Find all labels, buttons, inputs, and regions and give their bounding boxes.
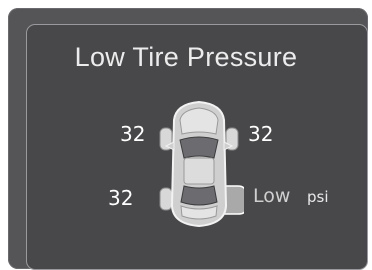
tire-rear-right-status: Low xyxy=(253,185,291,207)
car-top-view-icon xyxy=(159,100,244,228)
car-rear-window xyxy=(180,185,218,206)
tire-front-right-value: 32 xyxy=(248,122,274,146)
tire-front-left-value: 32 xyxy=(120,122,146,146)
tire-rear-left xyxy=(159,187,173,211)
tire-rear-left-value: 32 xyxy=(108,186,134,210)
pressure-unit: psi xyxy=(307,188,329,206)
car-windshield xyxy=(179,136,219,159)
warning-title: Low Tire Pressure xyxy=(74,42,298,72)
car-roof xyxy=(183,157,215,185)
tire-rear-right-warning xyxy=(223,185,244,215)
car-hood xyxy=(179,107,219,135)
